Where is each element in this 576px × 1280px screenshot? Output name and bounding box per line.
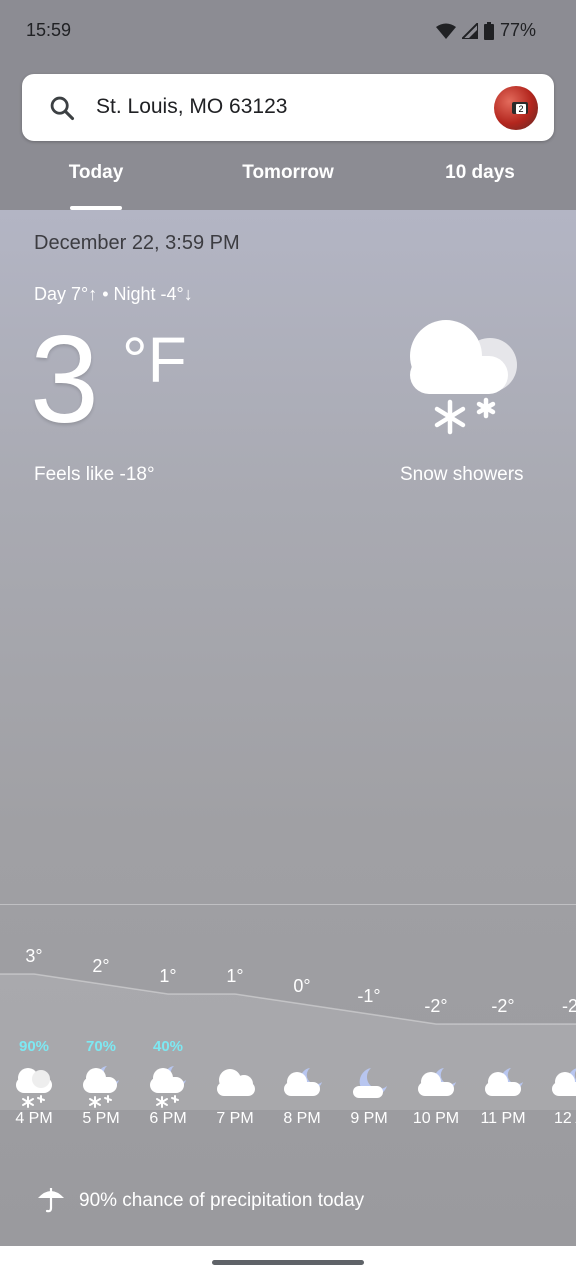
system-nav-bar <box>0 1246 576 1280</box>
status-icons: 77% <box>435 20 536 41</box>
mostly-clear-night-icon <box>349 1064 389 1110</box>
current-conditions-panel: December 22, 3:59 PM Day 7°↑ • Night -4°… <box>0 210 576 1246</box>
temperature-unit: °F <box>122 324 187 396</box>
battery-percent: 77% <box>499 20 536 40</box>
hourly-temp: -2° <box>424 996 448 1016</box>
condition-text: Snow showers <box>400 464 524 485</box>
location-text[interactable]: St. Louis, MO 63123 <box>96 95 287 119</box>
hourly-temp: -2° <box>491 996 515 1016</box>
hourly-time: 9 PM <box>350 1110 388 1127</box>
hourly-forecast[interactable]: 3° 90% 4 PM 2° 70% 5 PM 1° 40% 6 PM 1° 7 PM 0° 8 PM -… <box>0 940 576 1170</box>
feels-like: Feels like -18° <box>34 464 155 485</box>
snow-showers-night-icon <box>148 1064 188 1110</box>
partly-cloudy-night-icon <box>550 1064 576 1110</box>
partly-cloudy-night-icon <box>416 1064 456 1110</box>
tab-tomorrow[interactable]: Tomorrow <box>192 162 384 184</box>
hourly-temp: 3° <box>25 946 43 966</box>
hourly-precip-chance: 90% <box>18 1038 50 1055</box>
forecast-tabs: Today Tomorrow 10 days <box>0 162 576 210</box>
tab-today[interactable]: Today <box>0 162 192 184</box>
hourly-temp: -2 <box>561 996 576 1016</box>
hourly-time: 8 PM <box>283 1110 321 1127</box>
current-temperature: 3 <box>30 311 99 449</box>
hourly-time: 12 A <box>553 1110 576 1127</box>
location-search-bar[interactable]: St. Louis, MO 63123 2 <box>22 74 554 141</box>
status-bar: 15:59 77% <box>0 0 576 64</box>
battery-icon <box>483 21 494 40</box>
home-handle[interactable] <box>212 1260 364 1265</box>
hourly-time: 7 PM <box>216 1110 254 1127</box>
signal-icon <box>461 22 478 39</box>
umbrella-icon <box>38 1188 64 1213</box>
day-night-temps: Day 7°↑ • Night -4°↓ <box>34 284 193 304</box>
hourly-time: 4 PM <box>15 1110 53 1127</box>
precipitation-summary[interactable]: 90% chance of precipitation today <box>0 1184 576 1224</box>
hourly-temp: 1° <box>159 966 177 986</box>
partly-cloudy-night-icon <box>282 1064 322 1110</box>
precipitation-text: 90% chance of precipitation today <box>79 1190 365 1211</box>
snow-showers-night-icon <box>81 1064 121 1110</box>
hourly-time: 6 PM <box>149 1110 187 1127</box>
hourly-temp: 0° <box>293 976 311 996</box>
tab-10-days[interactable]: 10 days <box>384 162 576 184</box>
hourly-time: 10 PM <box>412 1110 460 1127</box>
snow-showers-icon <box>410 320 517 435</box>
current-datetime: December 22, 3:59 PM <box>34 232 240 254</box>
status-time: 15:59 <box>26 20 72 40</box>
wifi-icon <box>435 23 456 39</box>
hourly-time: 11 PM <box>480 1110 526 1127</box>
hourly-time: 5 PM <box>82 1110 120 1127</box>
hourly-precip-chance: 40% <box>152 1038 184 1055</box>
hourly-precip-chance: 70% <box>85 1038 117 1055</box>
cloudy-icon <box>215 1064 255 1110</box>
partly-cloudy-night-icon <box>483 1064 523 1110</box>
snow-showers-icon <box>14 1064 54 1110</box>
hourly-divider <box>0 904 576 905</box>
hourly-temp: 2° <box>92 956 110 976</box>
avatar[interactable]: 2 <box>494 86 538 130</box>
hourly-temp: 1° <box>226 966 244 986</box>
hourly-temp: -1° <box>357 986 381 1006</box>
search-icon[interactable] <box>48 94 76 122</box>
avatar-badge: 2 <box>516 104 526 114</box>
app-header: St. Louis, MO 63123 2 Today Tomorrow 10 … <box>0 64 576 210</box>
